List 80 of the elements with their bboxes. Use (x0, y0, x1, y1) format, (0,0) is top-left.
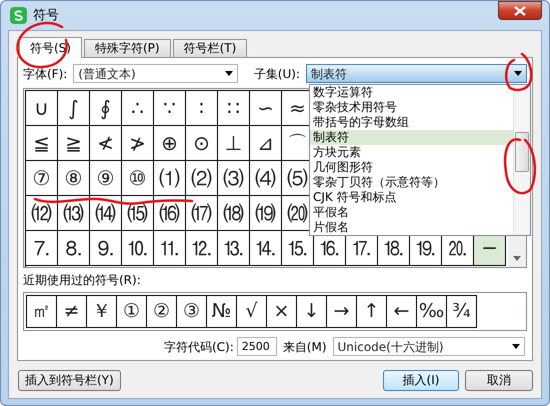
symbol-cell[interactable]: ⊙ (186, 126, 218, 161)
symbol-cell[interactable]: ⑧ (58, 161, 90, 196)
recent-symbol[interactable]: ㎡ (26, 295, 57, 328)
symbol-cell[interactable]: ⑷ (250, 161, 282, 196)
symbol-cell[interactable]: ⒂ (122, 196, 154, 231)
list-option[interactable]: 制表符 (310, 130, 513, 145)
symbol-cell[interactable]: ⒁ (90, 196, 122, 231)
recent-symbol[interactable]: ← (386, 295, 417, 328)
recent-label: 近期使用过的符号(R): (23, 272, 142, 289)
source-label: 来自(M) (282, 338, 327, 356)
symbol-cell[interactable]: ⊕ (154, 126, 186, 161)
button[interactable]: 插入到符号栏(Y) (18, 370, 121, 391)
caret-icon (514, 71, 522, 76)
symbol-cell[interactable]: ∮ (90, 91, 122, 126)
subset-dropdown[interactable]: 制表符 (306, 64, 527, 83)
symbol-cell[interactable]: ⒏ (58, 231, 90, 266)
symbol-cell[interactable]: ⊿ (250, 126, 282, 161)
symbol-cell[interactable]: ⒑ (122, 231, 154, 266)
source-dropdown[interactable]: Unicode(十六进制) (332, 337, 525, 356)
symbol-cell[interactable]: ≮ (90, 126, 122, 161)
close-icon (514, 6, 526, 16)
symbol-cell[interactable]: ⒒ (154, 231, 186, 266)
symbol-cell[interactable]: ⒀ (58, 196, 90, 231)
font-label: 字体(F): (23, 66, 68, 82)
recent-symbol[interactable]: ￥ (86, 295, 117, 328)
subset-label: 子集(U): (254, 66, 300, 82)
symbol-cell[interactable]: ⒅ (218, 196, 250, 231)
symbol-cell[interactable]: ⒆ (250, 196, 282, 231)
symbol-cell[interactable]: ⒄ (186, 196, 218, 231)
symbol-cell[interactable]: ⑵ (186, 161, 218, 196)
symbol-cell[interactable]: ∽ (250, 91, 282, 126)
symbol-cell[interactable]: ⑩ (122, 161, 154, 196)
recent-symbol[interactable]: → (326, 295, 357, 328)
recent-symbol[interactable]: × (266, 295, 297, 328)
symbol-cell[interactable]: ⒃ (154, 196, 186, 231)
scroll-down-icon[interactable] (513, 256, 521, 261)
symbol-cell[interactable]: ∪ (26, 91, 58, 126)
recent-symbol[interactable]: ↑ (356, 295, 387, 328)
list-scrollbar[interactable] (513, 85, 530, 235)
char-code-label: 字符代码(C): (164, 338, 234, 356)
tab[interactable]: 特殊字符(P) (84, 39, 171, 57)
recent-symbol[interactable]: ① (116, 295, 147, 328)
font-dropdown[interactable]: (普通文本) (73, 64, 238, 83)
recent-symbol[interactable]: ③ (176, 295, 207, 328)
symbol-cell[interactable]: ∶ (186, 91, 218, 126)
caret-icon (225, 71, 234, 76)
recent-symbol[interactable]: ‰ (416, 295, 447, 328)
recent-symbol[interactable]: ② (146, 295, 177, 328)
symbol-cell[interactable]: ⒎ (26, 231, 58, 266)
symbol-cell[interactable]: ⒓ (186, 231, 218, 266)
symbol-cell[interactable]: ≧ (58, 126, 90, 161)
symbol-cell[interactable]: ⒐ (90, 231, 122, 266)
symbol-cell[interactable]: ∫ (58, 91, 90, 126)
button[interactable]: 取消 (465, 370, 533, 391)
char-code-field[interactable]: 2500 (236, 337, 277, 356)
recent-symbol[interactable]: ≠ (56, 295, 87, 328)
scroll-thumb[interactable] (515, 132, 529, 172)
window-title: 符号 (33, 6, 59, 25)
recent-symbol[interactable]: √ (236, 295, 267, 328)
close-button[interactable] (498, 1, 542, 20)
symbol-cell[interactable]: ⑿ (26, 196, 58, 231)
symbol-cell[interactable]: ⑨ (90, 161, 122, 196)
symbol-cell[interactable]: ⊥ (218, 126, 250, 161)
symbol-cell[interactable]: ⑴ (154, 161, 186, 196)
symbol-cell[interactable]: ∴ (122, 91, 154, 126)
symbol-cell[interactable]: ≯ (122, 126, 154, 161)
symbol-cell[interactable]: ≦ (26, 126, 58, 161)
caret-icon (512, 344, 520, 349)
symbol-cell[interactable]: ⑶ (218, 161, 250, 196)
app-icon (10, 7, 27, 24)
tab[interactable]: 符号栏(T) (172, 39, 248, 57)
symbol-cell[interactable]: ⑦ (26, 161, 58, 196)
recent-symbol[interactable]: ↓ (296, 295, 327, 328)
button[interactable]: 插入(I) (383, 370, 459, 391)
symbol-cell[interactable]: ∵ (154, 91, 186, 126)
recent-symbol[interactable]: № (206, 295, 237, 328)
symbol-cell[interactable]: ⒕ (250, 231, 282, 266)
recent-symbol[interactable]: ¾ (446, 295, 477, 328)
symbol-cell[interactable]: ⒔ (218, 231, 250, 266)
symbol-cell[interactable]: ∷ (218, 91, 250, 126)
